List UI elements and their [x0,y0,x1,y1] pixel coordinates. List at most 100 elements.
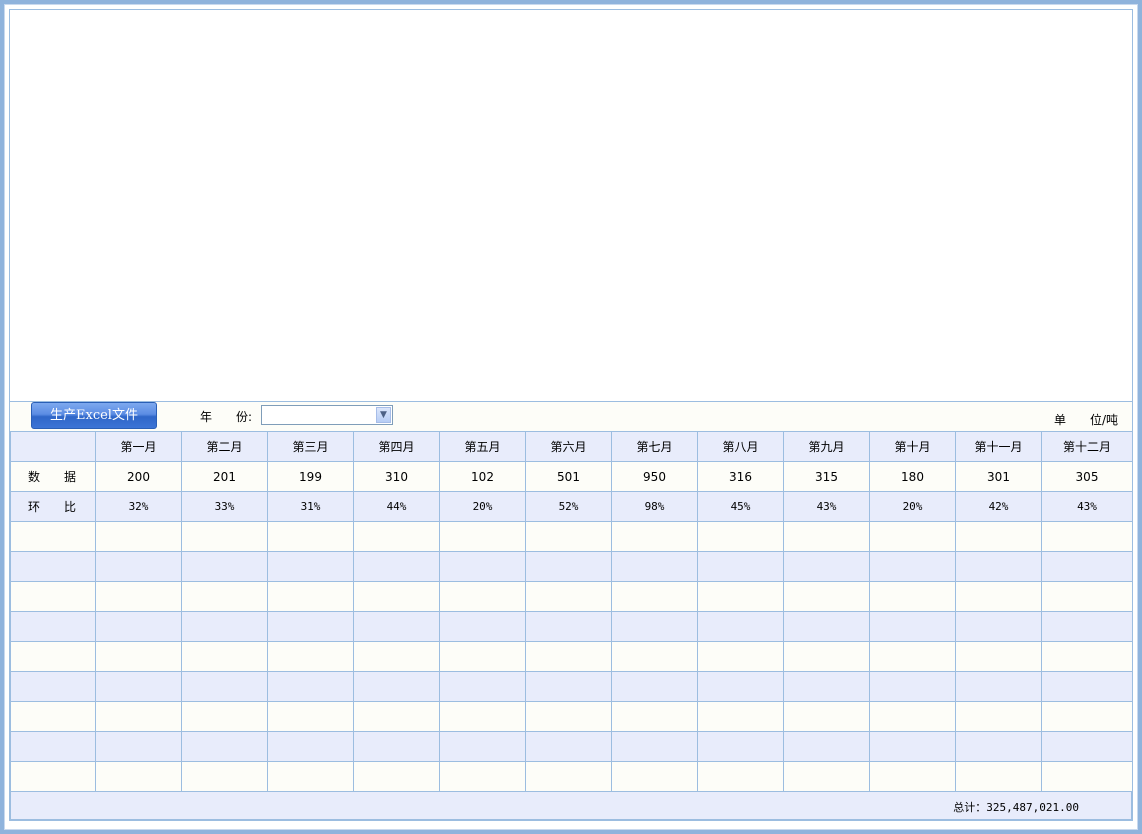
empty-cell [267,671,354,702]
empty-table-row [10,701,1133,732]
table-row: 环 比 32% 33% 31% 44% 20% 52% 98% 45% 43% 20% 42% 43% [10,491,1133,522]
empty-cell [353,551,440,582]
empty-cell [10,671,96,702]
empty-cell [869,641,956,672]
empty-cell [439,521,526,552]
empty-cell [353,641,440,672]
table-header-cell: 第九月 [783,431,870,462]
table-header-cell: 第五月 [439,431,526,462]
empty-cell [10,581,96,612]
empty-cell [697,611,784,642]
empty-table-row [10,551,1133,582]
generate-excel-button[interactable]: 生产Excel文件 [31,402,157,429]
toolbar: 生产Excel文件 年 份: ▼ 单 位/吨 [10,401,1132,431]
empty-table-row [10,731,1133,762]
empty-cell [439,671,526,702]
row-label: 数 据 [10,461,96,492]
empty-cell [181,731,268,762]
table-header-cell: 第八月 [697,431,784,462]
empty-cell [955,731,1042,762]
table-cell: 45% [697,491,784,522]
table-cell: 315 [783,461,870,492]
table-cell: 52% [525,491,612,522]
empty-cell [697,761,784,792]
empty-cell [181,701,268,732]
empty-cell [869,761,956,792]
empty-cell [869,551,956,582]
total-bar: 总计：325,487,021.00 [10,791,1132,820]
empty-cell [955,761,1042,792]
empty-cell [10,521,96,552]
empty-cell [267,551,354,582]
table-header-row: 第一月 第二月 第三月 第四月 第五月 第六月 第七月 第八月 第九月 第十月 第十一月 第十二月 [10,431,1133,462]
empty-cell [181,671,268,702]
empty-cell [1041,701,1133,732]
table-header-cell: 第六月 [525,431,612,462]
empty-cell [10,731,96,762]
year-select[interactable]: ▼ [261,405,393,425]
empty-cell [95,551,182,582]
empty-cell [267,641,354,672]
table-cell: 42% [955,491,1042,522]
empty-table-row [10,641,1133,672]
empty-cell [181,551,268,582]
empty-cell [611,671,698,702]
chevron-down-icon[interactable]: ▼ [376,407,391,423]
empty-cell [1041,671,1133,702]
empty-cell [525,641,612,672]
empty-cell [611,731,698,762]
empty-cell [1041,611,1133,642]
empty-cell [783,581,870,612]
empty-cell [955,521,1042,552]
table-cell: 33% [181,491,268,522]
empty-cell [439,641,526,672]
empty-cell [10,551,96,582]
empty-cell [697,731,784,762]
empty-cell [1041,521,1133,552]
table-header-cell: 第三月 [267,431,354,462]
empty-cell [267,761,354,792]
empty-cell [353,521,440,552]
table-cell: 32% [95,491,182,522]
empty-cell [869,521,956,552]
empty-cell [353,761,440,792]
empty-cell [525,581,612,612]
table-cell: 31% [267,491,354,522]
empty-cell [697,521,784,552]
empty-cell [611,551,698,582]
empty-table-row [10,761,1133,792]
empty-cell [783,611,870,642]
empty-cell [783,551,870,582]
empty-cell [439,701,526,732]
empty-cell [10,641,96,672]
empty-cell [697,671,784,702]
year-label: 年 份: [200,408,252,425]
empty-cell [267,611,354,642]
empty-cell [525,521,612,552]
empty-cell [95,521,182,552]
empty-cell [267,581,354,612]
empty-cell [611,701,698,732]
empty-cell [95,761,182,792]
empty-cell [525,611,612,642]
empty-cell [353,701,440,732]
year-label-part1: 年 [200,410,213,424]
table-cell: 20% [869,491,956,522]
total-value: 总计：325,487,021.00 [953,801,1079,814]
empty-cell [955,551,1042,582]
table-header-cell: 第二月 [181,431,268,462]
empty-cell [783,761,870,792]
empty-cell [1041,731,1133,762]
empty-cell [783,671,870,702]
table-header-cell: 第十一月 [955,431,1042,462]
empty-cell [955,701,1042,732]
empty-cell [783,731,870,762]
table-cell: 310 [353,461,440,492]
table-cell: 950 [611,461,698,492]
table-cell: 199 [267,461,354,492]
empty-cell [95,701,182,732]
empty-cell [955,641,1042,672]
empty-cell [955,611,1042,642]
empty-cell [10,701,96,732]
empty-cell [267,731,354,762]
